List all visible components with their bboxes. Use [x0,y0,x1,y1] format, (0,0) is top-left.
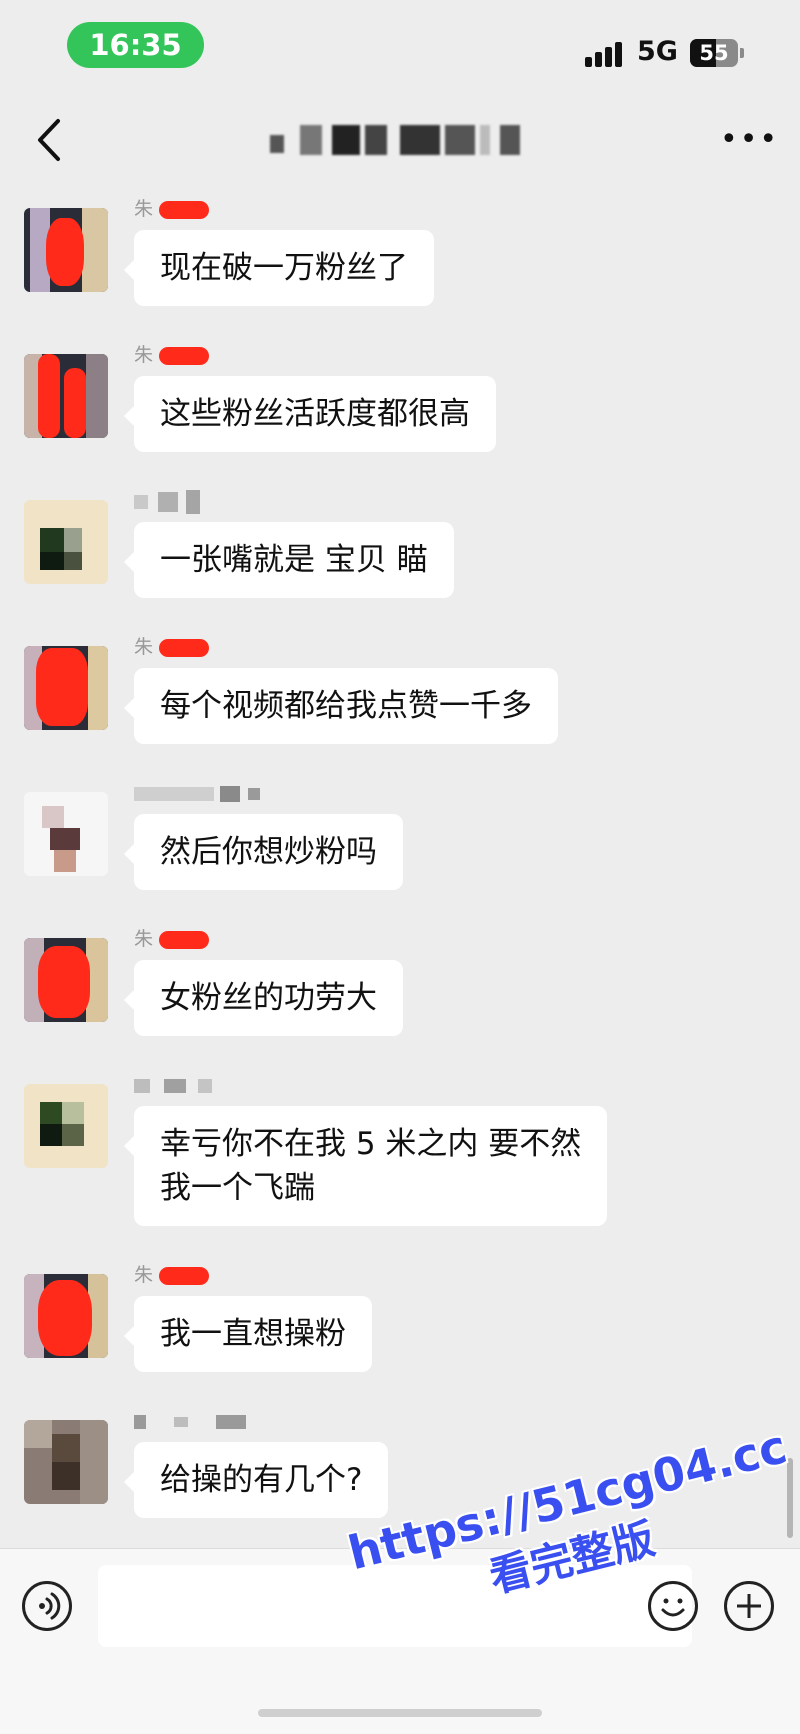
message-bubble: 这些粉丝活跃度都很高 [124,376,496,452]
message-bubble: 我一直想操粉 [124,1296,372,1372]
network-type: 5G [637,36,678,67]
more-horizontal-icon: ••• [720,122,780,157]
sender-name-redacted [134,1408,246,1434]
message-bubble: 一张嘴就是 宝贝 瞄 [124,522,454,598]
sender-name-redacted [134,488,200,514]
chat-header: ••• [0,95,800,185]
message-bubble: 女粉丝的功劳大 [124,960,403,1036]
sender-name-redacted [134,780,260,806]
avatar[interactable] [24,646,108,730]
avatar[interactable] [24,938,108,1022]
avatar[interactable] [24,792,108,876]
avatar[interactable] [24,500,108,584]
sender-name: 朱 [134,342,210,368]
status-bar: 16:35 5G 55 [0,0,800,95]
message-bubble: 现在破一万粉丝了 [124,230,434,306]
sender-name: 朱 [134,634,210,660]
avatar[interactable] [24,1420,108,1504]
message-bubble: 每个视频都给我点赞一千多 [124,668,558,744]
cellular-signal-icon [585,42,627,67]
battery-icon: 55 [690,39,738,67]
back-button[interactable] [28,113,72,167]
message-bubble: 给操的有几个? [123,1442,389,1518]
voice-button[interactable] [22,1581,72,1631]
avatar[interactable] [24,1274,108,1358]
avatar[interactable] [24,208,108,292]
message-bubble: 幸亏你不在我 5 米之内 要不然 我一个飞踹 [123,1106,608,1226]
status-time: 16:35 [67,22,204,68]
more-button[interactable]: ••• [720,125,777,155]
sender-name: 朱 [134,1262,210,1288]
voice-icon [39,1592,61,1620]
avatar[interactable] [24,1084,108,1168]
avatar[interactable] [24,354,108,438]
chat-title-redacted [270,125,570,157]
sender-name-redacted [134,1072,212,1098]
message-bubble: 然后你想炒粉吗 [124,814,403,890]
chevron-left-icon [38,119,60,161]
battery-level: 55 [699,41,729,65]
sender-name: 朱 [134,196,210,222]
sender-name: 朱 [134,926,210,952]
